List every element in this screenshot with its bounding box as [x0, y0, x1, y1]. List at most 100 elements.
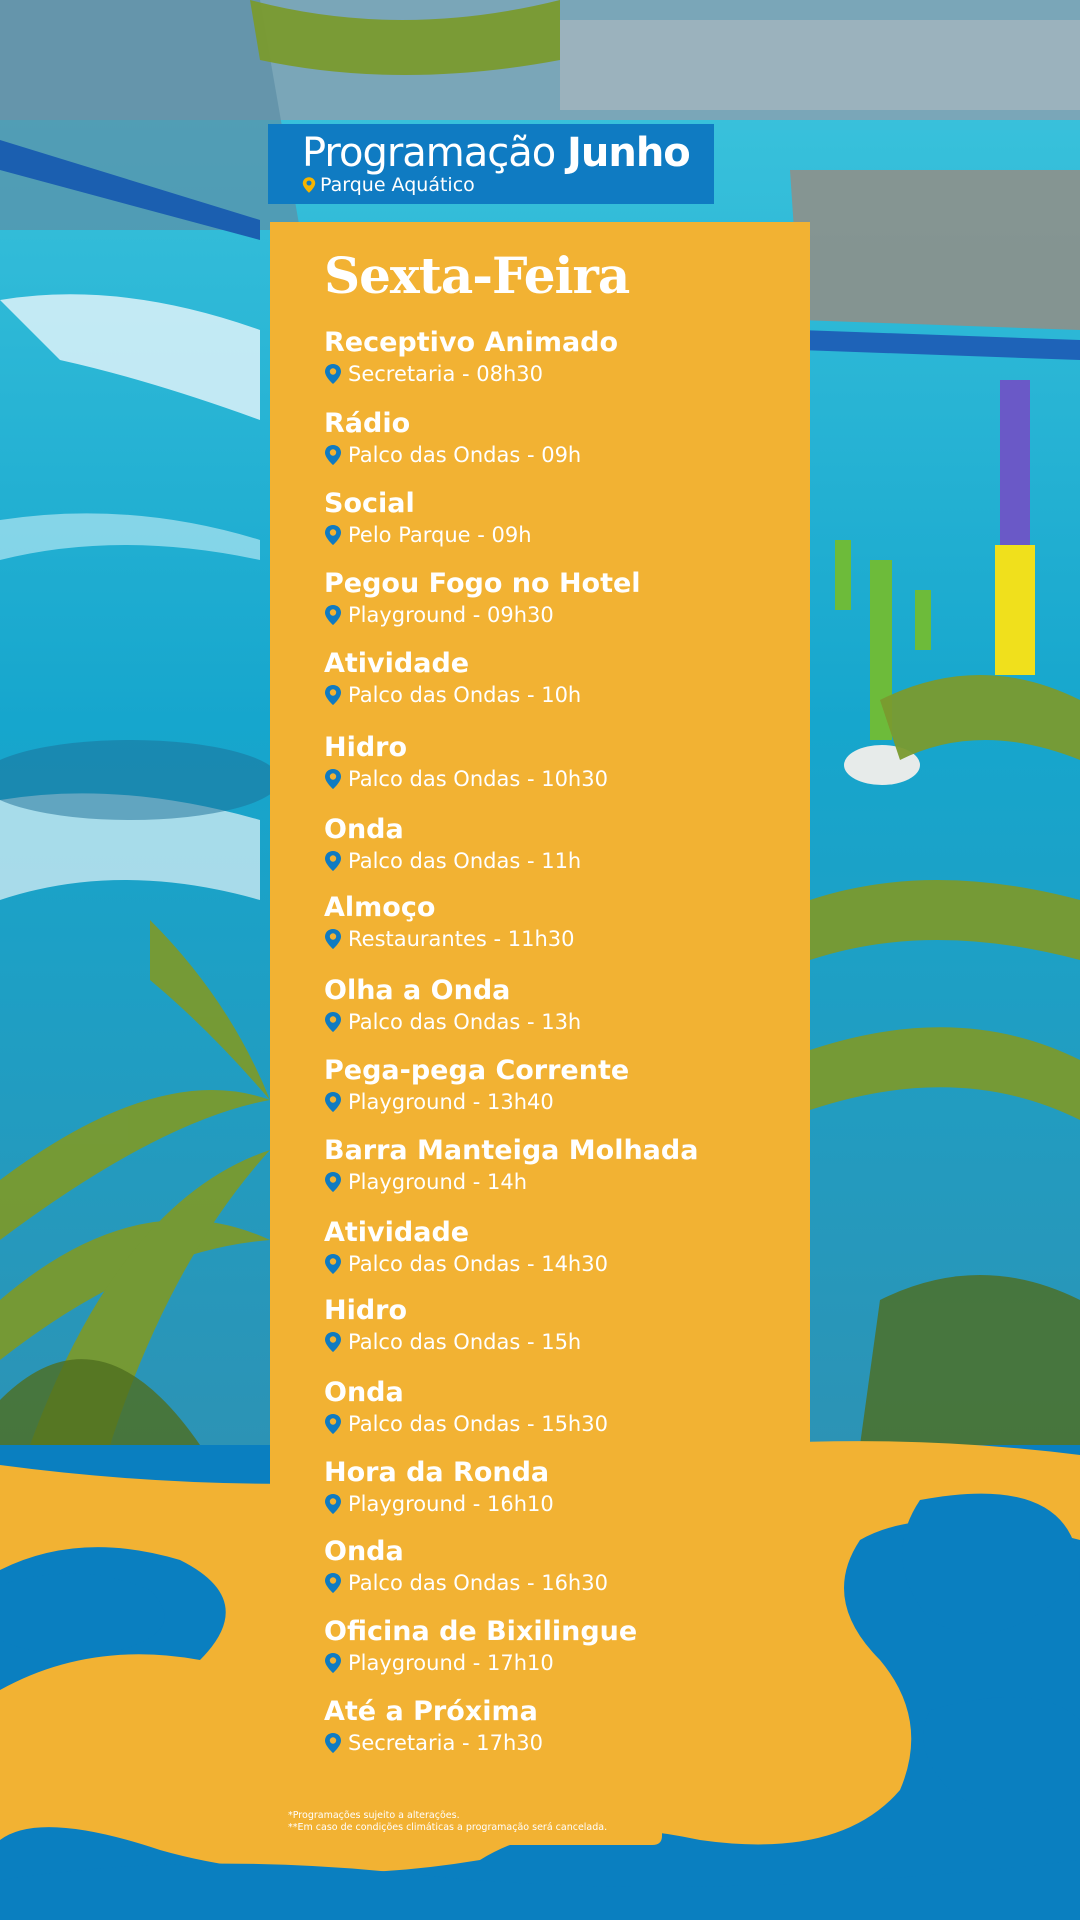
event-location: Palco das Ondas - 15h — [348, 1330, 582, 1354]
event-location-row: Palco das Ondas - 14h30 — [324, 1250, 804, 1278]
map-pin-icon — [325, 364, 341, 384]
event-location: Palco das Ondas - 14h30 — [348, 1252, 608, 1276]
map-pin-icon — [325, 851, 341, 871]
event-location-row: Playground - 17h10 — [324, 1649, 804, 1677]
event-location-row: Palco das Ondas - 16h30 — [324, 1569, 804, 1597]
event-location-row: Playground - 16h10 — [324, 1490, 804, 1518]
event-name: Almoço — [324, 892, 436, 923]
event-item: Receptivo Animado Secretaria - 08h30 — [324, 326, 804, 388]
event-name: Barra Manteiga Molhada — [324, 1135, 699, 1166]
map-pin-icon — [325, 605, 341, 625]
event-location: Palco das Ondas - 10h30 — [348, 767, 608, 791]
event-location: Secretaria - 17h30 — [348, 1731, 544, 1755]
map-pin-icon — [325, 1254, 341, 1274]
event-item: Atividade Palco das Ondas - 14h30 — [324, 1216, 804, 1278]
title-month: Junho — [566, 130, 691, 176]
event-location: Restaurantes - 11h30 — [348, 927, 575, 951]
event-name: Olha a Onda — [324, 975, 511, 1006]
event-name: Pegou Fogo no Hotel — [324, 568, 641, 599]
event-item: Hidro Palco das Ondas - 15h — [324, 1294, 804, 1356]
map-pin-icon — [325, 1092, 341, 1112]
event-item: Atividade Palco das Ondas - 10h — [324, 647, 804, 709]
venue-name: Parque Aquático — [320, 174, 475, 196]
event-item: Onda Palco das Ondas - 16h30 — [324, 1535, 804, 1597]
event-name: Atividade — [324, 1217, 470, 1248]
map-pin-icon — [325, 1012, 341, 1032]
event-name: Onda — [324, 814, 404, 845]
event-location: Playground - 17h10 — [348, 1651, 554, 1675]
title-regular: Programação — [302, 130, 556, 176]
event-location: Playground - 13h40 — [348, 1090, 554, 1114]
footnote: *Programações sujeito a alterações. — [288, 1810, 460, 1821]
event-item: Oficina de Bixilingue Playground - 17h10 — [324, 1615, 804, 1677]
map-pin-icon — [325, 1414, 341, 1434]
event-item: Pegou Fogo no Hotel Playground - 09h30 — [324, 567, 804, 629]
event-location: Playground - 14h — [348, 1170, 528, 1194]
event-name: Rádio — [324, 408, 411, 439]
map-pin-icon — [325, 769, 341, 789]
event-location: Pelo Parque - 09h — [348, 523, 532, 547]
event-name: Até a Próxima — [324, 1696, 538, 1727]
event-item: Onda Palco das Ondas - 11h — [324, 813, 804, 875]
event-item: Pega-pega Corrente Playground - 13h40 — [324, 1054, 804, 1116]
map-pin-icon — [325, 1494, 341, 1514]
event-item: Almoço Restaurantes - 11h30 — [324, 891, 804, 953]
map-pin-icon — [325, 1332, 341, 1352]
event-location-row: Palco das Ondas - 15h — [324, 1328, 804, 1356]
map-pin-icon — [325, 685, 341, 705]
event-location-row: Playground - 09h30 — [324, 601, 804, 629]
day-heading: Sexta-Feira — [324, 246, 630, 305]
map-pin-icon — [325, 445, 341, 465]
map-pin-icon — [325, 1172, 341, 1192]
map-pin-icon — [325, 929, 341, 949]
event-location: Palco das Ondas - 16h30 — [348, 1571, 608, 1595]
schedule-panel: Sexta-Feira Receptivo Animado Secretaria … — [270, 222, 810, 1794]
event-location: Palco das Ondas - 13h — [348, 1010, 582, 1034]
event-item: Hidro Palco das Ondas - 10h30 — [324, 731, 804, 793]
event-item: Olha a Onda Palco das Ondas - 13h — [324, 974, 804, 1036]
event-name: Onda — [324, 1377, 404, 1408]
map-pin-icon — [302, 177, 316, 193]
event-location: Palco das Ondas - 15h30 — [348, 1412, 608, 1436]
event-name: Hidro — [324, 1295, 408, 1326]
event-name: Hora da Ronda — [324, 1457, 550, 1488]
event-name: Pega-pega Corrente — [324, 1055, 630, 1086]
event-location-row: Restaurantes - 11h30 — [324, 925, 804, 953]
map-pin-icon — [325, 1573, 341, 1593]
title-banner: Programação Junho Parque Aquático — [268, 124, 714, 204]
event-location-row: Secretaria - 17h30 — [324, 1729, 804, 1757]
event-item: Barra Manteiga Molhada Playground - 14h — [324, 1134, 804, 1196]
event-location: Palco das Ondas - 11h — [348, 849, 582, 873]
venue-subtitle: Parque Aquático — [302, 174, 475, 196]
map-pin-icon — [325, 1653, 341, 1673]
event-location-row: Palco das Ondas - 15h30 — [324, 1410, 804, 1438]
event-location-row: Playground - 13h40 — [324, 1088, 804, 1116]
event-item: Hora da Ronda Playground - 16h10 — [324, 1456, 804, 1518]
event-name: Onda — [324, 1536, 404, 1567]
event-location: Palco das Ondas - 10h — [348, 683, 582, 707]
event-name: Social — [324, 488, 415, 519]
event-location-row: Palco das Ondas - 10h — [324, 681, 804, 709]
event-location: Playground - 09h30 — [348, 603, 554, 627]
event-item: Rádio Palco das Ondas - 09h — [324, 407, 804, 469]
event-location-row: Secretaria - 08h30 — [324, 360, 804, 388]
event-location: Playground - 16h10 — [348, 1492, 554, 1516]
map-pin-icon — [325, 1733, 341, 1753]
event-item: Social Pelo Parque - 09h — [324, 487, 804, 549]
event-name: Hidro — [324, 732, 408, 763]
event-location-row: Pelo Parque - 09h — [324, 521, 804, 549]
event-location-row: Palco das Ondas - 09h — [324, 441, 804, 469]
event-name: Receptivo Animado — [324, 327, 619, 358]
event-location-row: Palco das Ondas - 11h — [324, 847, 804, 875]
event-location: Secretaria - 08h30 — [348, 362, 544, 386]
event-location-row: Palco das Ondas - 13h — [324, 1008, 804, 1036]
event-name: Atividade — [324, 648, 470, 679]
footnote: **Em caso de condições climáticas a prog… — [288, 1822, 608, 1833]
event-item: Onda Palco das Ondas - 15h30 — [324, 1376, 804, 1438]
map-pin-icon — [325, 525, 341, 545]
event-location-row: Palco das Ondas - 10h30 — [324, 765, 804, 793]
event-location: Palco das Ondas - 09h — [348, 443, 582, 467]
event-item: Até a Próxima Secretaria - 17h30 — [324, 1695, 804, 1757]
footnotes: *Programações sujeito a alterações. **Em… — [288, 1810, 607, 1834]
page-title: Programação Junho — [302, 130, 691, 176]
